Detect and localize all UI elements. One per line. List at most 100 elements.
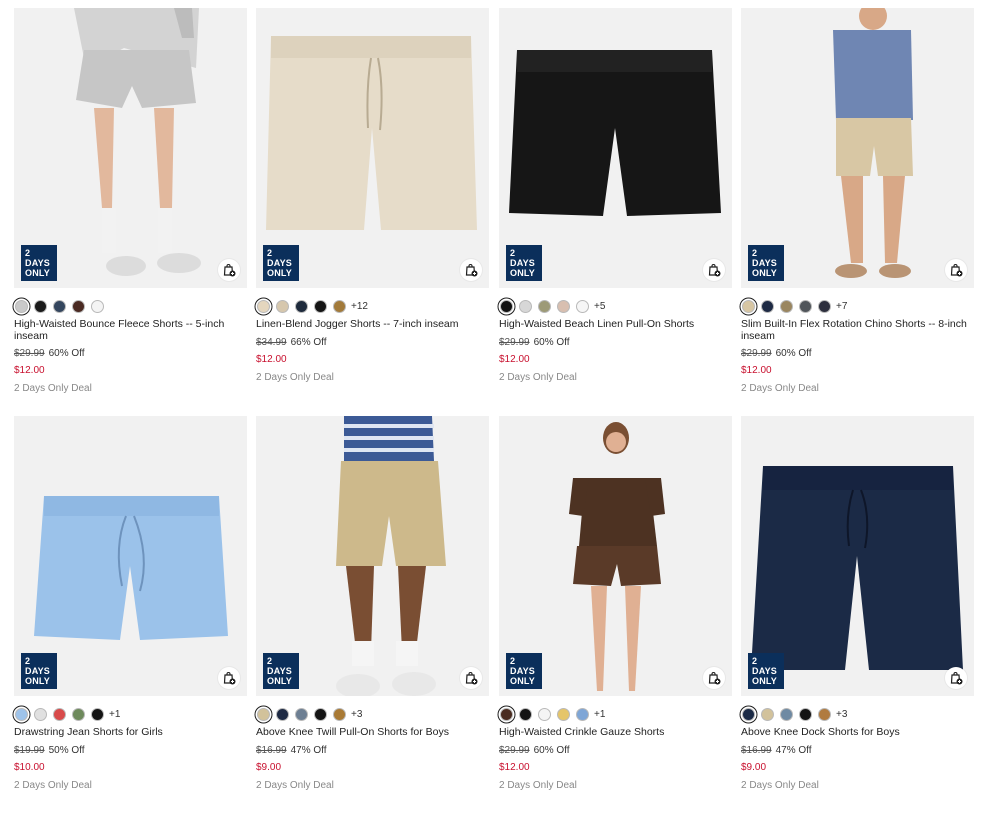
color-swatch[interactable] [72,299,85,313]
color-swatch[interactable] [53,299,66,313]
product-title[interactable]: High-Waisted Crinkle Gauze Shorts [499,726,732,739]
product-image[interactable]: 2 DAYS ONLY [499,416,732,696]
two-days-only-badge: 2 DAYS ONLY [263,653,299,689]
more-colors-count[interactable]: +1 [109,709,120,720]
color-swatches: +5 [499,297,732,315]
add-to-bag-button[interactable] [703,667,725,689]
two-days-only-badge: 2 DAYS ONLY [506,653,542,689]
color-swatch[interactable] [742,299,755,313]
color-swatch[interactable] [557,707,570,721]
product-title[interactable]: High-Waisted Beach Linen Pull-On Shorts [499,318,732,331]
color-swatch[interactable] [276,299,289,313]
product-card[interactable]: 2 DAYS ONLY +7 Slim Built-In Flex Rotatio… [741,8,974,394]
original-price: $29.99 [14,348,45,359]
color-swatch[interactable] [314,707,327,721]
color-swatch[interactable] [333,707,346,721]
shopping-bag-icon [223,672,236,685]
deal-label: 2 Days Only Deal [741,383,819,394]
original-price: $29.99 [741,348,772,359]
product-card[interactable]: 2 DAYS ONLY +12 Linen-Blend Jogger Shorts… [256,8,489,383]
product-card[interactable]: 2 DAYS ONLY +3 Above Knee Twill Pull-On S… [256,416,489,791]
product-grid: 2 DAYS ONLY High-Waisted Bounce Fleece Sh… [0,0,987,832]
color-swatch[interactable] [519,707,532,721]
color-swatch[interactable] [34,299,47,313]
shopping-bag-icon [465,672,478,685]
add-to-bag-button[interactable] [945,667,967,689]
add-to-bag-button[interactable] [945,259,967,281]
product-card[interactable]: 2 DAYS ONLY +1 High-Waisted Crinkle Gauze… [499,416,732,791]
color-swatch[interactable] [72,707,85,721]
color-swatch[interactable] [314,299,327,313]
add-to-bag-button[interactable] [218,259,240,281]
product-title[interactable]: Drawstring Jean Shorts for Girls [14,726,247,739]
color-swatch[interactable] [557,299,570,313]
color-swatch[interactable] [91,707,104,721]
color-swatch[interactable] [780,707,793,721]
color-swatch[interactable] [799,299,812,313]
color-swatch[interactable] [295,707,308,721]
color-swatch[interactable] [519,299,532,313]
color-swatch[interactable] [799,707,812,721]
sale-price: $9.00 [741,761,767,773]
two-days-only-badge: 2 DAYS ONLY [748,653,784,689]
color-swatch[interactable] [15,707,28,721]
color-swatch[interactable] [333,299,346,313]
color-swatch[interactable] [742,707,755,721]
product-image[interactable]: 2 DAYS ONLY [14,416,247,696]
color-swatch[interactable] [576,299,589,313]
color-swatch[interactable] [818,299,831,313]
color-swatch[interactable] [34,707,47,721]
product-image[interactable]: 2 DAYS ONLY [14,8,247,288]
color-swatch[interactable] [538,299,551,313]
deal-label: 2 Days Only Deal [14,383,92,394]
product-image[interactable]: 2 DAYS ONLY [256,8,489,288]
color-swatch[interactable] [15,299,28,313]
color-swatch[interactable] [500,707,513,721]
color-swatch[interactable] [761,707,774,721]
product-title[interactable]: Linen-Blend Jogger Shorts -- 7-inch inse… [256,318,489,331]
more-colors-count[interactable]: +5 [594,301,605,312]
product-image[interactable]: 2 DAYS ONLY [741,416,974,696]
color-swatch[interactable] [91,299,104,313]
two-days-only-badge: 2 DAYS ONLY [21,653,57,689]
product-image[interactable]: 2 DAYS ONLY [741,8,974,288]
more-colors-count[interactable]: +7 [836,301,847,312]
add-to-bag-button[interactable] [460,259,482,281]
color-swatch[interactable] [780,299,793,313]
color-swatch[interactable] [53,707,66,721]
original-price: $29.99 [499,336,530,348]
product-image[interactable]: 2 DAYS ONLY [499,8,732,288]
product-title[interactable]: Above Knee Twill Pull-On Shorts for Boys [256,726,489,739]
add-to-bag-button[interactable] [218,667,240,689]
product-title[interactable]: Slim Built-In Flex Rotation Chino Shorts… [741,318,974,342]
color-swatch[interactable] [257,707,270,721]
shopping-bag-icon [465,264,478,277]
product-card[interactable]: 2 DAYS ONLY +5 High-Waisted Beach Linen P… [499,8,732,383]
two-days-only-badge: 2 DAYS ONLY [263,245,299,281]
product-title[interactable]: Above Knee Dock Shorts for Boys [741,726,974,739]
color-swatch[interactable] [295,299,308,313]
product-card[interactable]: 2 DAYS ONLY +1 Drawstring Jean Shorts for… [14,416,247,791]
more-colors-count[interactable]: +3 [351,709,362,720]
color-swatch[interactable] [538,707,551,721]
product-card[interactable]: 2 DAYS ONLY +3 Above Knee Dock Shorts for… [741,416,974,791]
sale-price: $12.00 [741,365,772,376]
more-colors-count[interactable]: +3 [836,709,847,720]
color-swatch[interactable] [500,299,513,313]
color-swatch[interactable] [818,707,831,721]
color-swatch[interactable] [761,299,774,313]
deal-label: 2 Days Only Deal [256,371,334,383]
add-to-bag-button[interactable] [460,667,482,689]
product-image[interactable]: 2 DAYS ONLY [256,416,489,696]
add-to-bag-button[interactable] [703,259,725,281]
color-swatch[interactable] [576,707,589,721]
deal-label: 2 Days Only Deal [499,371,577,383]
product-card[interactable]: 2 DAYS ONLY High-Waisted Bounce Fleece Sh… [14,8,247,394]
deal-label: 2 Days Only Deal [741,779,819,791]
color-swatch[interactable] [276,707,289,721]
color-swatch[interactable] [257,299,270,313]
price-row: $34.99 66% Off [256,337,489,348]
product-title[interactable]: High-Waisted Bounce Fleece Shorts -- 5-i… [14,318,247,342]
more-colors-count[interactable]: +12 [351,301,368,312]
more-colors-count[interactable]: +1 [594,709,605,720]
